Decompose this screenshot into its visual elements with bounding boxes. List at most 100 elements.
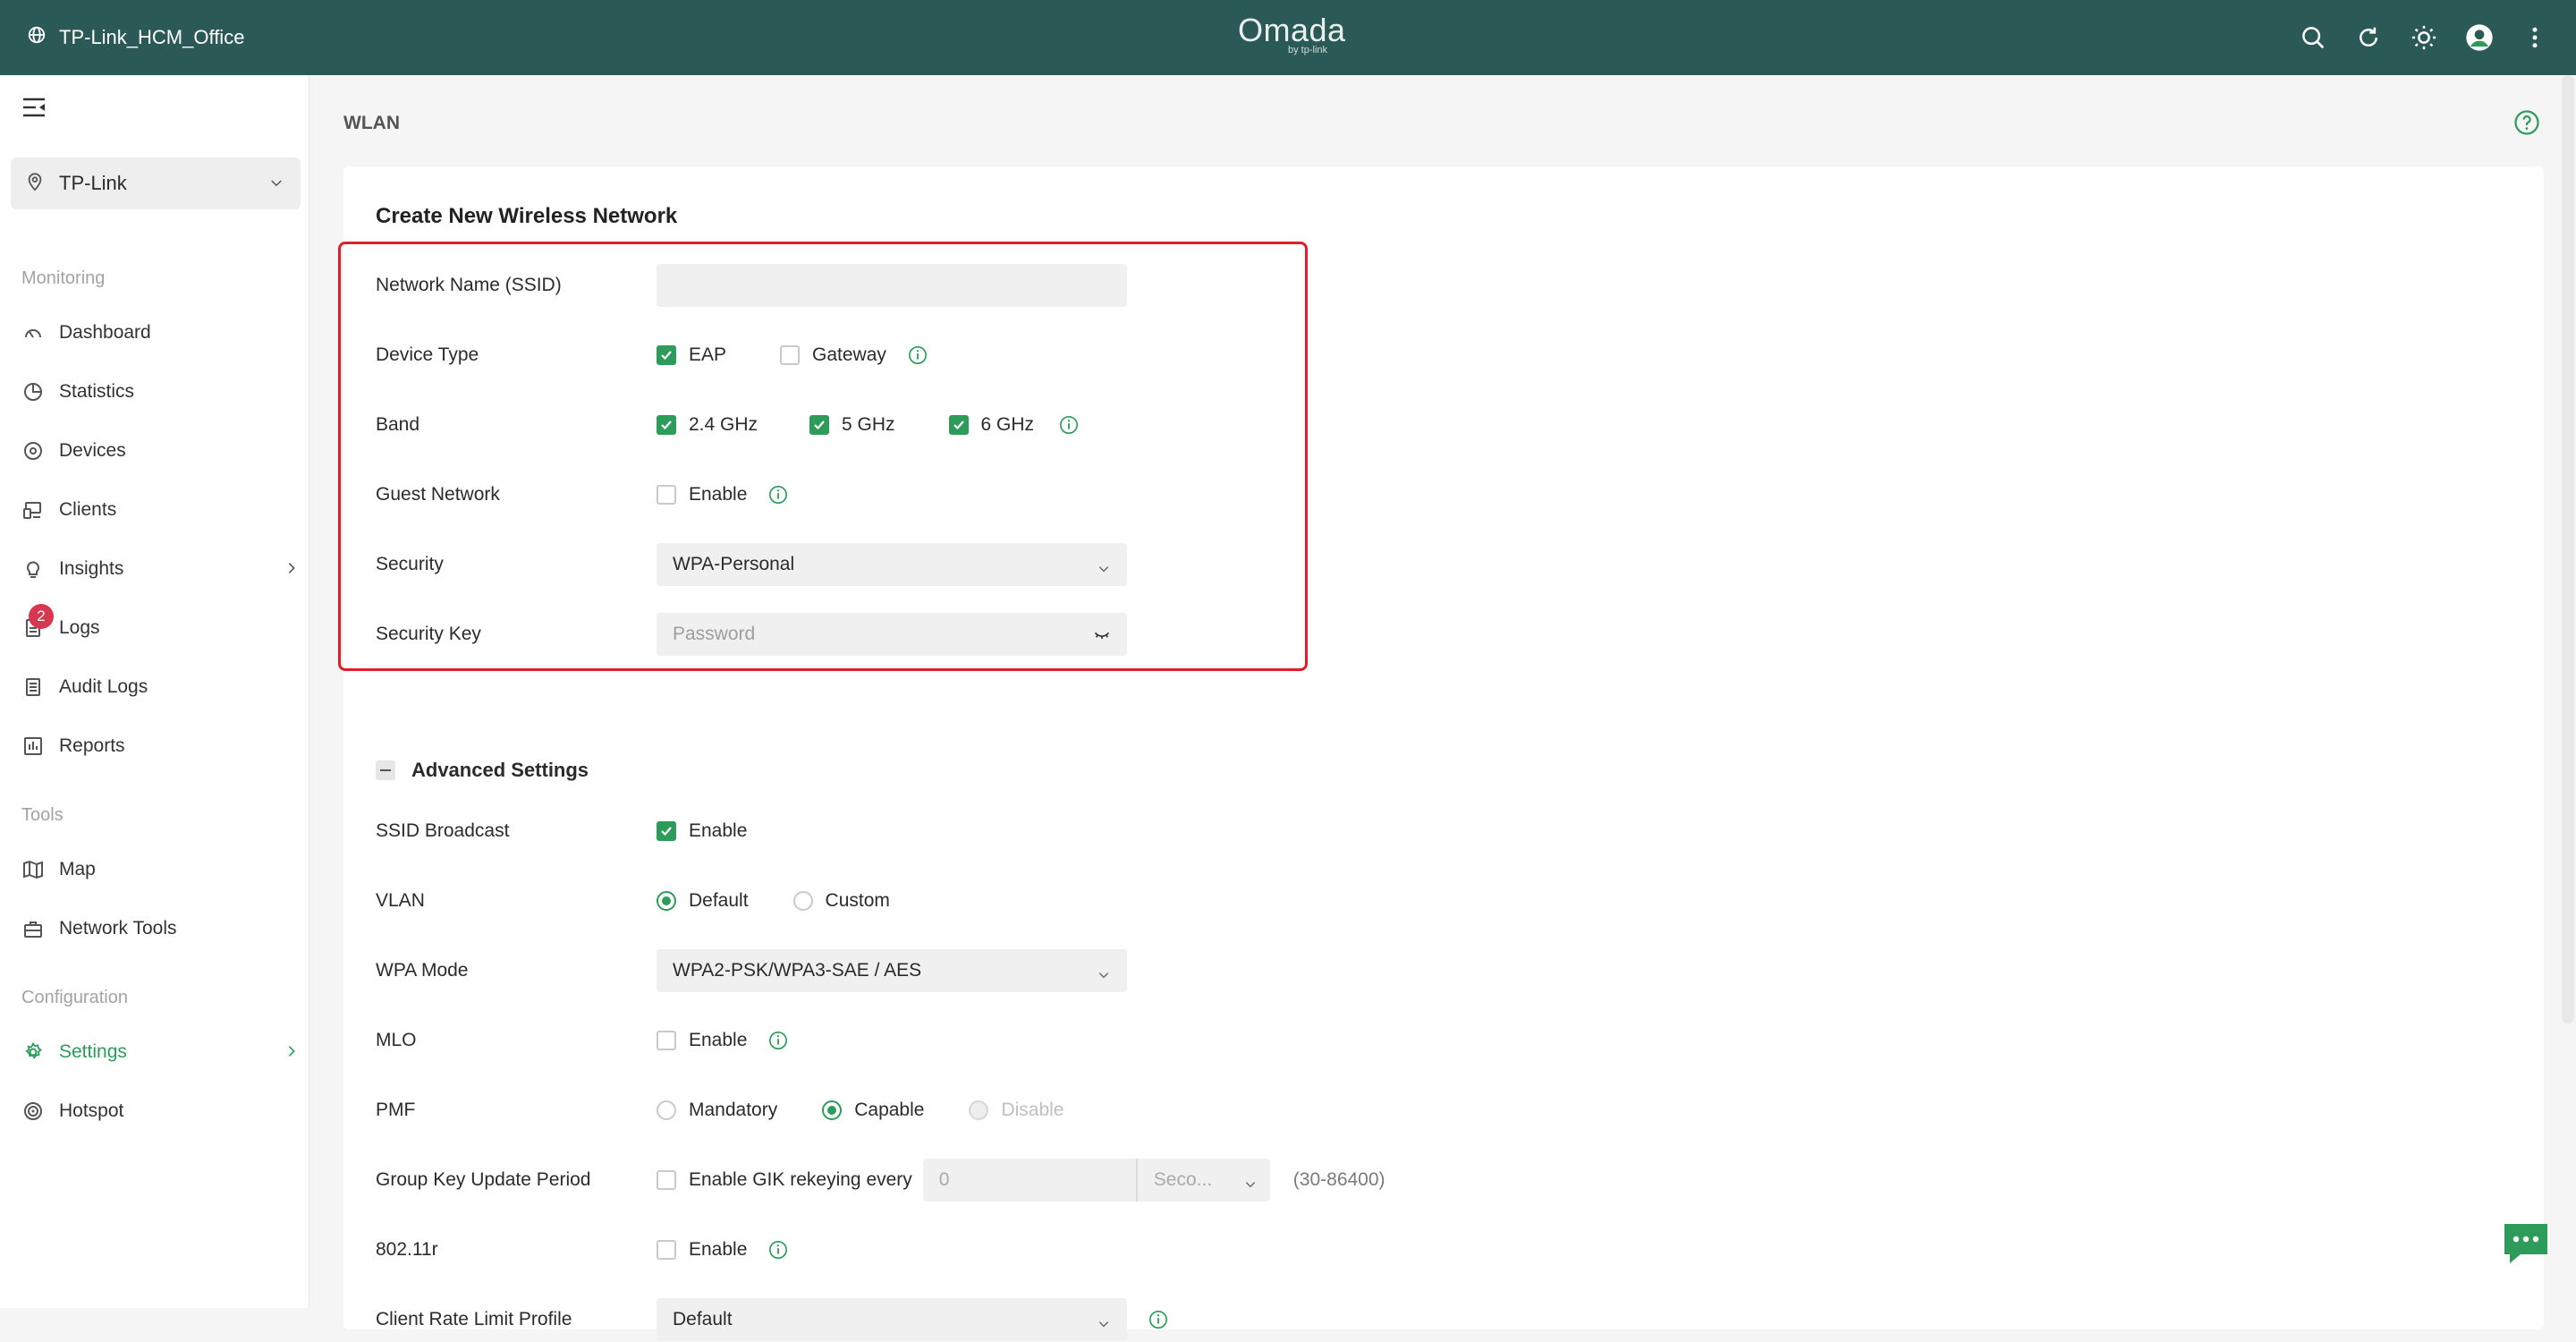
page-scrollbar[interactable]	[2562, 75, 2574, 1023]
pmf-mandatory-option[interactable]: Mandatory	[657, 1100, 777, 1121]
vlan-default-radio[interactable]	[657, 891, 676, 911]
sidebar-item-audit-logs[interactable]: Audit Logs	[21, 667, 299, 707]
more-vertical-icon[interactable]	[2521, 23, 2549, 52]
sidebar-item-label: Dashboard	[59, 322, 151, 343]
page-title: WLAN	[343, 113, 400, 133]
chevron-down-icon	[268, 175, 284, 196]
info-icon[interactable]	[768, 1240, 788, 1260]
refresh-icon[interactable]	[2354, 23, 2383, 52]
avatar[interactable]	[2465, 23, 2494, 52]
sidebar-item-reports[interactable]: Reports	[21, 726, 299, 766]
band-6-checkbox[interactable]	[948, 415, 969, 435]
sidebar-item-dashboard[interactable]: Dashboard	[21, 313, 299, 352]
band-6-option[interactable]: 6 GHz	[948, 414, 1034, 436]
sidebar-item-map[interactable]: Map	[21, 850, 299, 889]
80211r-enable-checkbox[interactable]	[657, 1240, 676, 1260]
pmf-disable-label: Disable	[1001, 1100, 1064, 1120]
pmf-disable-radio	[969, 1100, 989, 1120]
band-row: Band 2.4 GHz 5 GHz 6 GHz	[376, 403, 1717, 447]
device-type-gateway-option[interactable]: Gateway	[780, 344, 886, 366]
theme-sun-icon[interactable]	[2410, 23, 2438, 52]
pmf-mandatory-label: Mandatory	[689, 1100, 778, 1120]
band-5-checkbox[interactable]	[809, 415, 830, 435]
pmf-mandatory-radio[interactable]	[657, 1100, 676, 1120]
80211r-enable-option[interactable]: Enable	[657, 1239, 747, 1261]
ssid-broadcast-row: SSID Broadcast Enable	[376, 809, 1717, 854]
sidebar-item-clients[interactable]: Clients	[21, 490, 299, 530]
ssid-row: Network Name (SSID)	[376, 263, 1717, 308]
wpa-mode-label: WPA Mode	[376, 960, 469, 981]
wpa-mode-row: WPA Mode WPA2-PSK/WPA3-SAE / AES	[376, 948, 1717, 993]
ssid-broadcast-option[interactable]: Enable	[657, 820, 747, 842]
sidebar-item-label: Audit Logs	[59, 676, 148, 697]
collapse-sidebar-icon[interactable]	[21, 97, 47, 123]
pmf-capable-label: Capable	[854, 1100, 925, 1120]
mlo-enable-checkbox[interactable]	[657, 1031, 676, 1050]
band-24-checkbox[interactable]	[657, 415, 676, 435]
help-icon[interactable]	[2513, 109, 2540, 140]
info-icon[interactable]	[768, 485, 788, 505]
logs-document-icon: 2	[21, 604, 54, 640]
mlo-enable-option[interactable]: Enable	[657, 1030, 747, 1051]
chat-support-icon[interactable]	[2501, 1220, 2551, 1271]
pmf-capable-option[interactable]: Capable	[822, 1100, 924, 1121]
sidebar-item-statistics[interactable]: Statistics	[21, 372, 299, 412]
pmf-capable-radio[interactable]	[822, 1100, 843, 1120]
gear-icon	[21, 1040, 45, 1064]
pmf-row: PMF Mandatory Capable Disable	[376, 1088, 1717, 1133]
sidebar-item-label: Clients	[59, 499, 117, 520]
ssid-broadcast-checkbox[interactable]	[657, 821, 676, 841]
wlan-form-card: Create New Wireless Network Network Name…	[338, 166, 2544, 1341]
vlan-default-option[interactable]: Default	[657, 890, 749, 912]
omada-logo: Omada by tp-link	[1238, 12, 1346, 56]
band-5-option[interactable]: 5 GHz	[809, 414, 895, 436]
eap-label: EAP	[689, 344, 727, 365]
chevron-down-icon	[1097, 559, 1111, 581]
gik-enable-option[interactable]: Enable GIK rekeying every	[657, 1169, 912, 1191]
advanced-settings-toggle[interactable]: Advanced Settings	[376, 759, 589, 782]
info-icon[interactable]	[768, 1031, 788, 1050]
location-pin-icon	[25, 171, 45, 197]
sidebar-item-network-tools[interactable]: Network Tools	[21, 909, 299, 948]
80211r-label: 802.11r	[376, 1239, 438, 1260]
wpa-mode-select[interactable]: WPA2-PSK/WPA3-SAE / AES	[657, 949, 1127, 992]
search-icon[interactable]	[2299, 23, 2327, 52]
sidebar-item-hotspot[interactable]: Hotspot	[21, 1091, 299, 1131]
chevron-right-icon	[284, 560, 299, 582]
security-select[interactable]: WPA-Personal	[657, 543, 1127, 586]
gik-unit-value: Seco...	[1153, 1169, 1213, 1190]
eye-closed-icon[interactable]	[1093, 625, 1111, 649]
site-selector[interactable]: TP-Link	[11, 157, 301, 209]
guest-enable-option[interactable]: Enable	[657, 484, 747, 505]
sidebar-item-devices[interactable]: Devices	[21, 431, 299, 471]
guest-enable-checkbox[interactable]	[657, 485, 676, 505]
group-key-label: Group Key Update Period	[376, 1169, 591, 1190]
sidebar-item-logs[interactable]: 2 Logs	[21, 604, 299, 648]
gik-period-input[interactable]: 0	[922, 1159, 1136, 1202]
band-24-option[interactable]: 2.4 GHz	[657, 414, 758, 436]
gik-unit-select[interactable]: Seco...	[1135, 1159, 1270, 1202]
vlan-custom-option[interactable]: Custom	[792, 890, 890, 912]
eap-checkbox[interactable]	[657, 345, 676, 365]
info-icon[interactable]	[1148, 1310, 1168, 1329]
ssid-input[interactable]	[657, 264, 1127, 307]
sidebar-item-label: Settings	[59, 1041, 127, 1062]
info-icon[interactable]	[1059, 415, 1079, 435]
pie-chart-icon	[21, 380, 45, 403]
vlan-custom-radio[interactable]	[792, 891, 813, 911]
client-rate-limit-label: Client Rate Limit Profile	[376, 1309, 572, 1329]
security-key-input[interactable]: Password	[657, 613, 1127, 656]
sidebar-item-insights[interactable]: Insights	[21, 549, 299, 589]
client-rate-limit-select[interactable]: Default	[657, 1298, 1127, 1341]
sidebar-item-settings[interactable]: Settings	[21, 1032, 299, 1072]
site-name[interactable]: TP-Link_HCM_Office	[27, 0, 244, 75]
chevron-down-icon	[1243, 1175, 1258, 1196]
info-icon[interactable]	[908, 345, 928, 365]
client-rate-limit-value: Default	[673, 1309, 733, 1329]
gateway-checkbox[interactable]	[780, 345, 801, 365]
site-selector-label: TP-Link	[59, 172, 127, 194]
vlan-custom-label: Custom	[825, 890, 890, 911]
gik-enable-checkbox[interactable]	[657, 1170, 676, 1190]
device-type-eap-option[interactable]: EAP	[657, 344, 726, 366]
clients-icon	[21, 498, 45, 522]
